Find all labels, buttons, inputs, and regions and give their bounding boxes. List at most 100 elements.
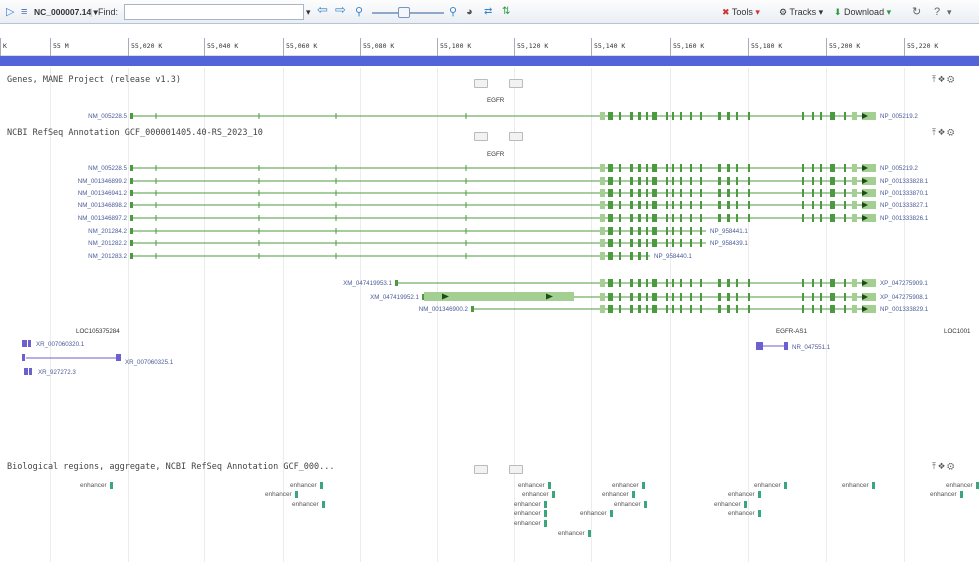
exon[interactable]	[666, 227, 668, 235]
exon[interactable]	[646, 305, 648, 313]
exon[interactable]	[619, 279, 621, 287]
exon[interactable]	[666, 239, 668, 247]
exon[interactable]	[672, 201, 674, 209]
exon[interactable]	[680, 112, 682, 120]
exon[interactable]	[666, 214, 668, 222]
track-controls-bio[interactable]: ⤒❖⚙	[932, 461, 956, 472]
exon[interactable]	[646, 189, 648, 197]
exon[interactable]	[680, 201, 682, 209]
exon[interactable]	[718, 293, 721, 301]
transcript-label[interactable]: NM_001346898.2	[78, 202, 128, 209]
exon[interactable]	[802, 305, 804, 313]
exon[interactable]	[718, 279, 721, 287]
exon[interactable]	[844, 189, 846, 197]
exon[interactable]	[672, 293, 674, 301]
exon[interactable]	[748, 112, 750, 120]
exon[interactable]	[690, 239, 692, 247]
exon[interactable]	[830, 177, 835, 185]
exon[interactable]	[718, 189, 721, 197]
exon[interactable]	[638, 164, 641, 172]
exon[interactable]	[638, 189, 641, 197]
exon[interactable]	[748, 279, 750, 287]
exon[interactable]	[638, 293, 641, 301]
enhancer-feature[interactable]: enhancer	[265, 491, 298, 498]
exon[interactable]	[395, 280, 398, 286]
protein-label[interactable]: XP_047275908.1	[880, 294, 928, 301]
exon[interactable]	[652, 177, 657, 185]
exon[interactable]	[630, 201, 633, 209]
exon[interactable]	[600, 279, 605, 287]
exon[interactable]	[700, 279, 702, 287]
exon[interactable]	[666, 305, 668, 313]
exon[interactable]	[748, 164, 750, 172]
exon[interactable]	[672, 164, 674, 172]
exon[interactable]	[852, 279, 857, 287]
exon[interactable]	[646, 164, 648, 172]
exon[interactable]	[619, 201, 621, 209]
exon[interactable]	[130, 202, 133, 208]
exon[interactable]	[736, 201, 738, 209]
exon[interactable]	[812, 293, 814, 301]
exon[interactable]	[690, 201, 692, 209]
exon[interactable]	[130, 190, 133, 196]
enhancer-feature[interactable]: enhancer	[602, 491, 635, 498]
exon[interactable]	[830, 305, 835, 313]
exon[interactable]	[802, 201, 804, 209]
protein-label[interactable]: XP_047275909.1	[880, 280, 928, 287]
exon[interactable]	[600, 239, 605, 247]
enhancer-feature[interactable]: enhancer	[290, 482, 323, 489]
exon[interactable]	[666, 112, 668, 120]
exon[interactable]	[680, 293, 682, 301]
exon[interactable]	[830, 279, 835, 287]
exon[interactable]	[748, 177, 750, 185]
exon[interactable]	[718, 164, 721, 172]
exon[interactable]	[680, 305, 682, 313]
exon[interactable]	[608, 177, 613, 185]
exon[interactable]	[672, 305, 674, 313]
exon[interactable]	[756, 342, 763, 350]
exon[interactable]	[852, 177, 857, 185]
exon[interactable]	[727, 305, 730, 313]
track-scroll-right-button[interactable]	[509, 465, 523, 474]
enhancer-feature[interactable]: enhancer	[728, 491, 761, 498]
exon[interactable]	[736, 293, 738, 301]
exon[interactable]	[646, 293, 648, 301]
exon[interactable]	[652, 279, 657, 287]
exon[interactable]	[690, 279, 692, 287]
exon[interactable]	[802, 112, 804, 120]
exon[interactable]	[130, 178, 133, 184]
exon[interactable]	[680, 279, 682, 287]
gene-label-loc105375284[interactable]: LOC105375284	[76, 328, 120, 335]
exon[interactable]	[700, 293, 702, 301]
exon[interactable]	[619, 177, 621, 185]
exon[interactable]	[646, 201, 648, 209]
exon[interactable]	[718, 201, 721, 209]
exon[interactable]	[646, 252, 648, 260]
exon[interactable]	[700, 227, 702, 235]
exon[interactable]	[812, 189, 814, 197]
enhancer-feature[interactable]: enhancer	[612, 482, 645, 489]
exon[interactable]	[652, 201, 657, 209]
exon[interactable]	[600, 214, 605, 222]
exon[interactable]	[727, 279, 730, 287]
exon[interactable]	[130, 215, 133, 221]
exon[interactable]	[736, 112, 738, 120]
exon[interactable]	[690, 214, 692, 222]
exon[interactable]	[852, 164, 857, 172]
track-scroll-left-button[interactable]	[474, 465, 488, 474]
enhancer-feature[interactable]: enhancer	[946, 482, 979, 489]
exon[interactable]	[638, 112, 641, 120]
exon[interactable]	[700, 189, 702, 197]
exon[interactable]	[812, 164, 814, 172]
exon[interactable]	[680, 164, 682, 172]
transcript-label[interactable]: XM_047419953.1	[343, 280, 392, 287]
exon[interactable]	[630, 239, 633, 247]
exon[interactable]	[830, 164, 835, 172]
exon[interactable]	[690, 177, 692, 185]
exon[interactable]	[630, 177, 633, 185]
protein-label[interactable]: NP_005219.2	[880, 165, 918, 172]
exon[interactable]	[666, 201, 668, 209]
exon[interactable]	[22, 340, 27, 347]
exon[interactable]	[812, 214, 814, 222]
exon[interactable]	[666, 177, 668, 185]
